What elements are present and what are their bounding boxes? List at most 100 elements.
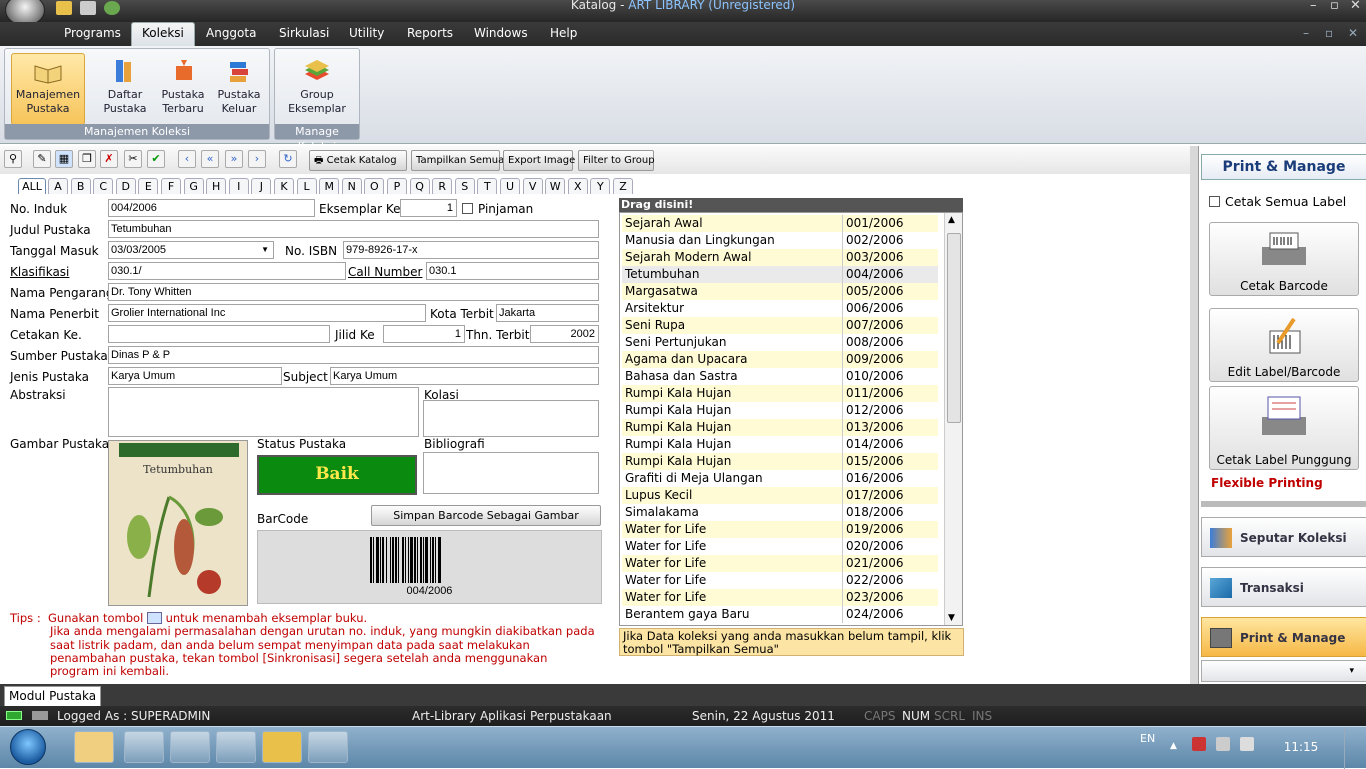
list-item[interactable]: Rumpi Kala Hujan 013/2006 <box>622 419 938 436</box>
tab-letter-r[interactable]: R <box>432 178 453 194</box>
menu-help[interactable]: Help <box>544 26 583 40</box>
list-item[interactable]: Water for Life 023/2006 <box>622 589 938 606</box>
isbn-field[interactable]: 979-8926-17-x <box>343 241 599 259</box>
menu-koleksi[interactable]: Koleksi <box>131 22 195 46</box>
list-item[interactable]: Tetumbuhan 004/2006 <box>622 266 938 283</box>
klasifikasi-link[interactable]: Klasifikasi <box>10 265 69 279</box>
refresh-icon[interactable]: ↻ <box>279 150 297 168</box>
scroll-up-icon[interactable]: ▲ <box>948 215 955 225</box>
list-item[interactable]: Sejarah Awal 001/2006 <box>622 215 938 232</box>
start-button[interactable] <box>10 729 46 765</box>
list-item[interactable]: Lupus Kecil 017/2006 <box>622 487 938 504</box>
kolasi-field[interactable] <box>423 400 599 437</box>
transaksi-button[interactable]: Transaksi <box>1201 567 1366 607</box>
mdi-close-button[interactable]: ✕ <box>1348 26 1358 40</box>
volume-icon[interactable] <box>1240 737 1254 751</box>
tool-icon[interactable] <box>308 731 348 763</box>
tab-letter-k[interactable]: K <box>274 178 294 194</box>
no-induk-field[interactable]: 004/2006 <box>108 199 315 217</box>
tab-letter-o[interactable]: O <box>364 178 385 194</box>
tab-modul-pustaka[interactable]: Modul Pustaka <box>4 686 102 706</box>
cetak-katalog-button[interactable]: 🖶 Cetak Katalog <box>309 150 407 171</box>
tab-letter-g[interactable]: G <box>183 178 204 194</box>
tab-letter-u[interactable]: U <box>500 178 520 194</box>
tab-letter-all[interactable]: ALL <box>18 178 46 194</box>
jenis-field[interactable]: Karya Umum <box>108 367 282 385</box>
minimize-button[interactable]: – <box>1310 0 1317 13</box>
call-number-link[interactable]: Call Number <box>348 265 422 279</box>
simpan-barcode-button[interactable]: Simpan Barcode Sebagai Gambar <box>371 505 601 526</box>
tab-letter-n[interactable]: N <box>341 178 362 194</box>
eksemplar-field[interactable]: 1 <box>400 199 457 217</box>
tab-letter-x[interactable]: X <box>567 178 588 194</box>
explorer-icon[interactable] <box>74 731 114 763</box>
menu-programs[interactable]: Programs <box>58 26 127 40</box>
menu-utility[interactable]: Utility <box>343 26 390 40</box>
mdi-minimize-button[interactable]: – <box>1303 26 1309 40</box>
tab-letter-v[interactable]: V <box>522 178 543 194</box>
tab-letter-e[interactable]: E <box>138 178 159 194</box>
tab-letter-w[interactable]: W <box>545 178 566 194</box>
restore-button[interactable]: ▫ <box>1330 0 1339 13</box>
list-item[interactable]: Water for Life 020/2006 <box>622 538 938 555</box>
cetak-label-punggung-button[interactable]: Cetak Label Punggung <box>1209 386 1359 470</box>
tab-letter-h[interactable]: H <box>206 178 227 194</box>
tab-letter-s[interactable]: S <box>454 178 475 194</box>
penerbit-field[interactable]: Grolier International Inc <box>108 304 426 322</box>
scroll-thumb[interactable] <box>947 233 961 423</box>
settings-icon[interactable] <box>170 731 210 763</box>
pustaka-terbaru-button[interactable]: Pustaka Terbaru <box>155 53 211 125</box>
last-icon[interactable]: » <box>225 150 243 168</box>
list-item[interactable]: Seni Pertunjukan 008/2006 <box>622 334 938 351</box>
cetak-barcode-button[interactable]: Cetak Barcode <box>1209 222 1359 296</box>
pustaka-keluar-button[interactable]: Pustaka Keluar <box>211 53 267 125</box>
abstraksi-field[interactable] <box>108 387 419 437</box>
tanggal-field[interactable]: 03/03/2005 ▼ <box>108 241 274 259</box>
sumber-field[interactable]: Dinas P & P <box>108 346 599 364</box>
edit-icon[interactable]: ✎ <box>33 150 51 168</box>
tools-icon[interactable]: ✂ <box>124 150 142 168</box>
list-item[interactable]: Rumpi Kala Hujan 015/2006 <box>622 453 938 470</box>
art-library-icon[interactable] <box>262 731 302 763</box>
word-icon[interactable] <box>216 731 256 763</box>
filter-to-group-button[interactable]: Filter to Group <box>578 150 655 171</box>
seputar-koleksi-button[interactable]: Seputar Koleksi <box>1201 517 1366 557</box>
subject-field[interactable]: Karya Umum <box>330 367 599 385</box>
list-item[interactable]: Seni Rupa 007/2006 <box>622 317 938 334</box>
pinjaman-checkbox[interactable]: Pinjaman <box>462 202 533 216</box>
list-item[interactable]: Arsitektur 006/2006 <box>622 300 938 317</box>
edit-label-button[interactable]: Edit Label/Barcode <box>1209 308 1359 382</box>
network-icon[interactable] <box>1192 737 1206 751</box>
tab-letter-f[interactable]: F <box>161 178 181 194</box>
tab-letter-p[interactable]: P <box>387 178 407 194</box>
tab-letter-m[interactable]: M <box>319 178 340 194</box>
next-icon[interactable]: › <box>248 150 266 168</box>
tampilkan-semua-button[interactable]: Tampilkan Semua <box>411 150 504 171</box>
tab-letter-i[interactable]: I <box>228 178 249 194</box>
group-eksemplar-button[interactable]: Group Eksemplar <box>281 53 353 125</box>
chevron-down-icon[interactable]: ▾ <box>1201 660 1366 682</box>
list-item[interactable]: Rumpi Kala Hujan 011/2006 <box>622 385 938 402</box>
list-item[interactable]: Grafiti di Meja Ulangan 016/2006 <box>622 470 938 487</box>
chevron-down-icon[interactable]: ▼ <box>261 242 269 258</box>
pane-splitter[interactable] <box>1190 146 1198 684</box>
tab-letter-d[interactable]: D <box>115 178 136 194</box>
export-image-button[interactable]: Export Image <box>503 150 575 171</box>
menu-anggota[interactable]: Anggota <box>200 26 262 40</box>
list-item[interactable]: Simalakama 018/2006 <box>622 504 938 521</box>
clock[interactable]: 11:15 <box>1276 727 1326 767</box>
copy-icon[interactable]: ❐ <box>78 150 96 168</box>
mdi-restore-button[interactable]: ▫ <box>1325 26 1333 40</box>
list-scrollbar[interactable]: ▲ ▼ <box>944 213 962 625</box>
splitter[interactable] <box>1201 501 1366 507</box>
close-button[interactable]: ✕ <box>1350 0 1361 13</box>
tab-letter-y[interactable]: Y <box>590 178 611 194</box>
list-item[interactable]: Margasatwa 005/2006 <box>622 283 938 300</box>
add-eksemplar-icon[interactable]: ▦ <box>55 150 73 168</box>
check-icon[interactable]: ✔ <box>147 150 165 168</box>
scroll-down-icon[interactable]: ▼ <box>948 613 955 623</box>
cetak-semua-checkbox[interactable]: Cetak Semua Label <box>1209 194 1346 209</box>
thn-terbit-field[interactable]: 2002 <box>530 325 599 343</box>
daftar-pustaka-button[interactable]: Daftar Pustaka <box>93 53 157 125</box>
delete-icon[interactable]: ✗ <box>100 150 118 168</box>
